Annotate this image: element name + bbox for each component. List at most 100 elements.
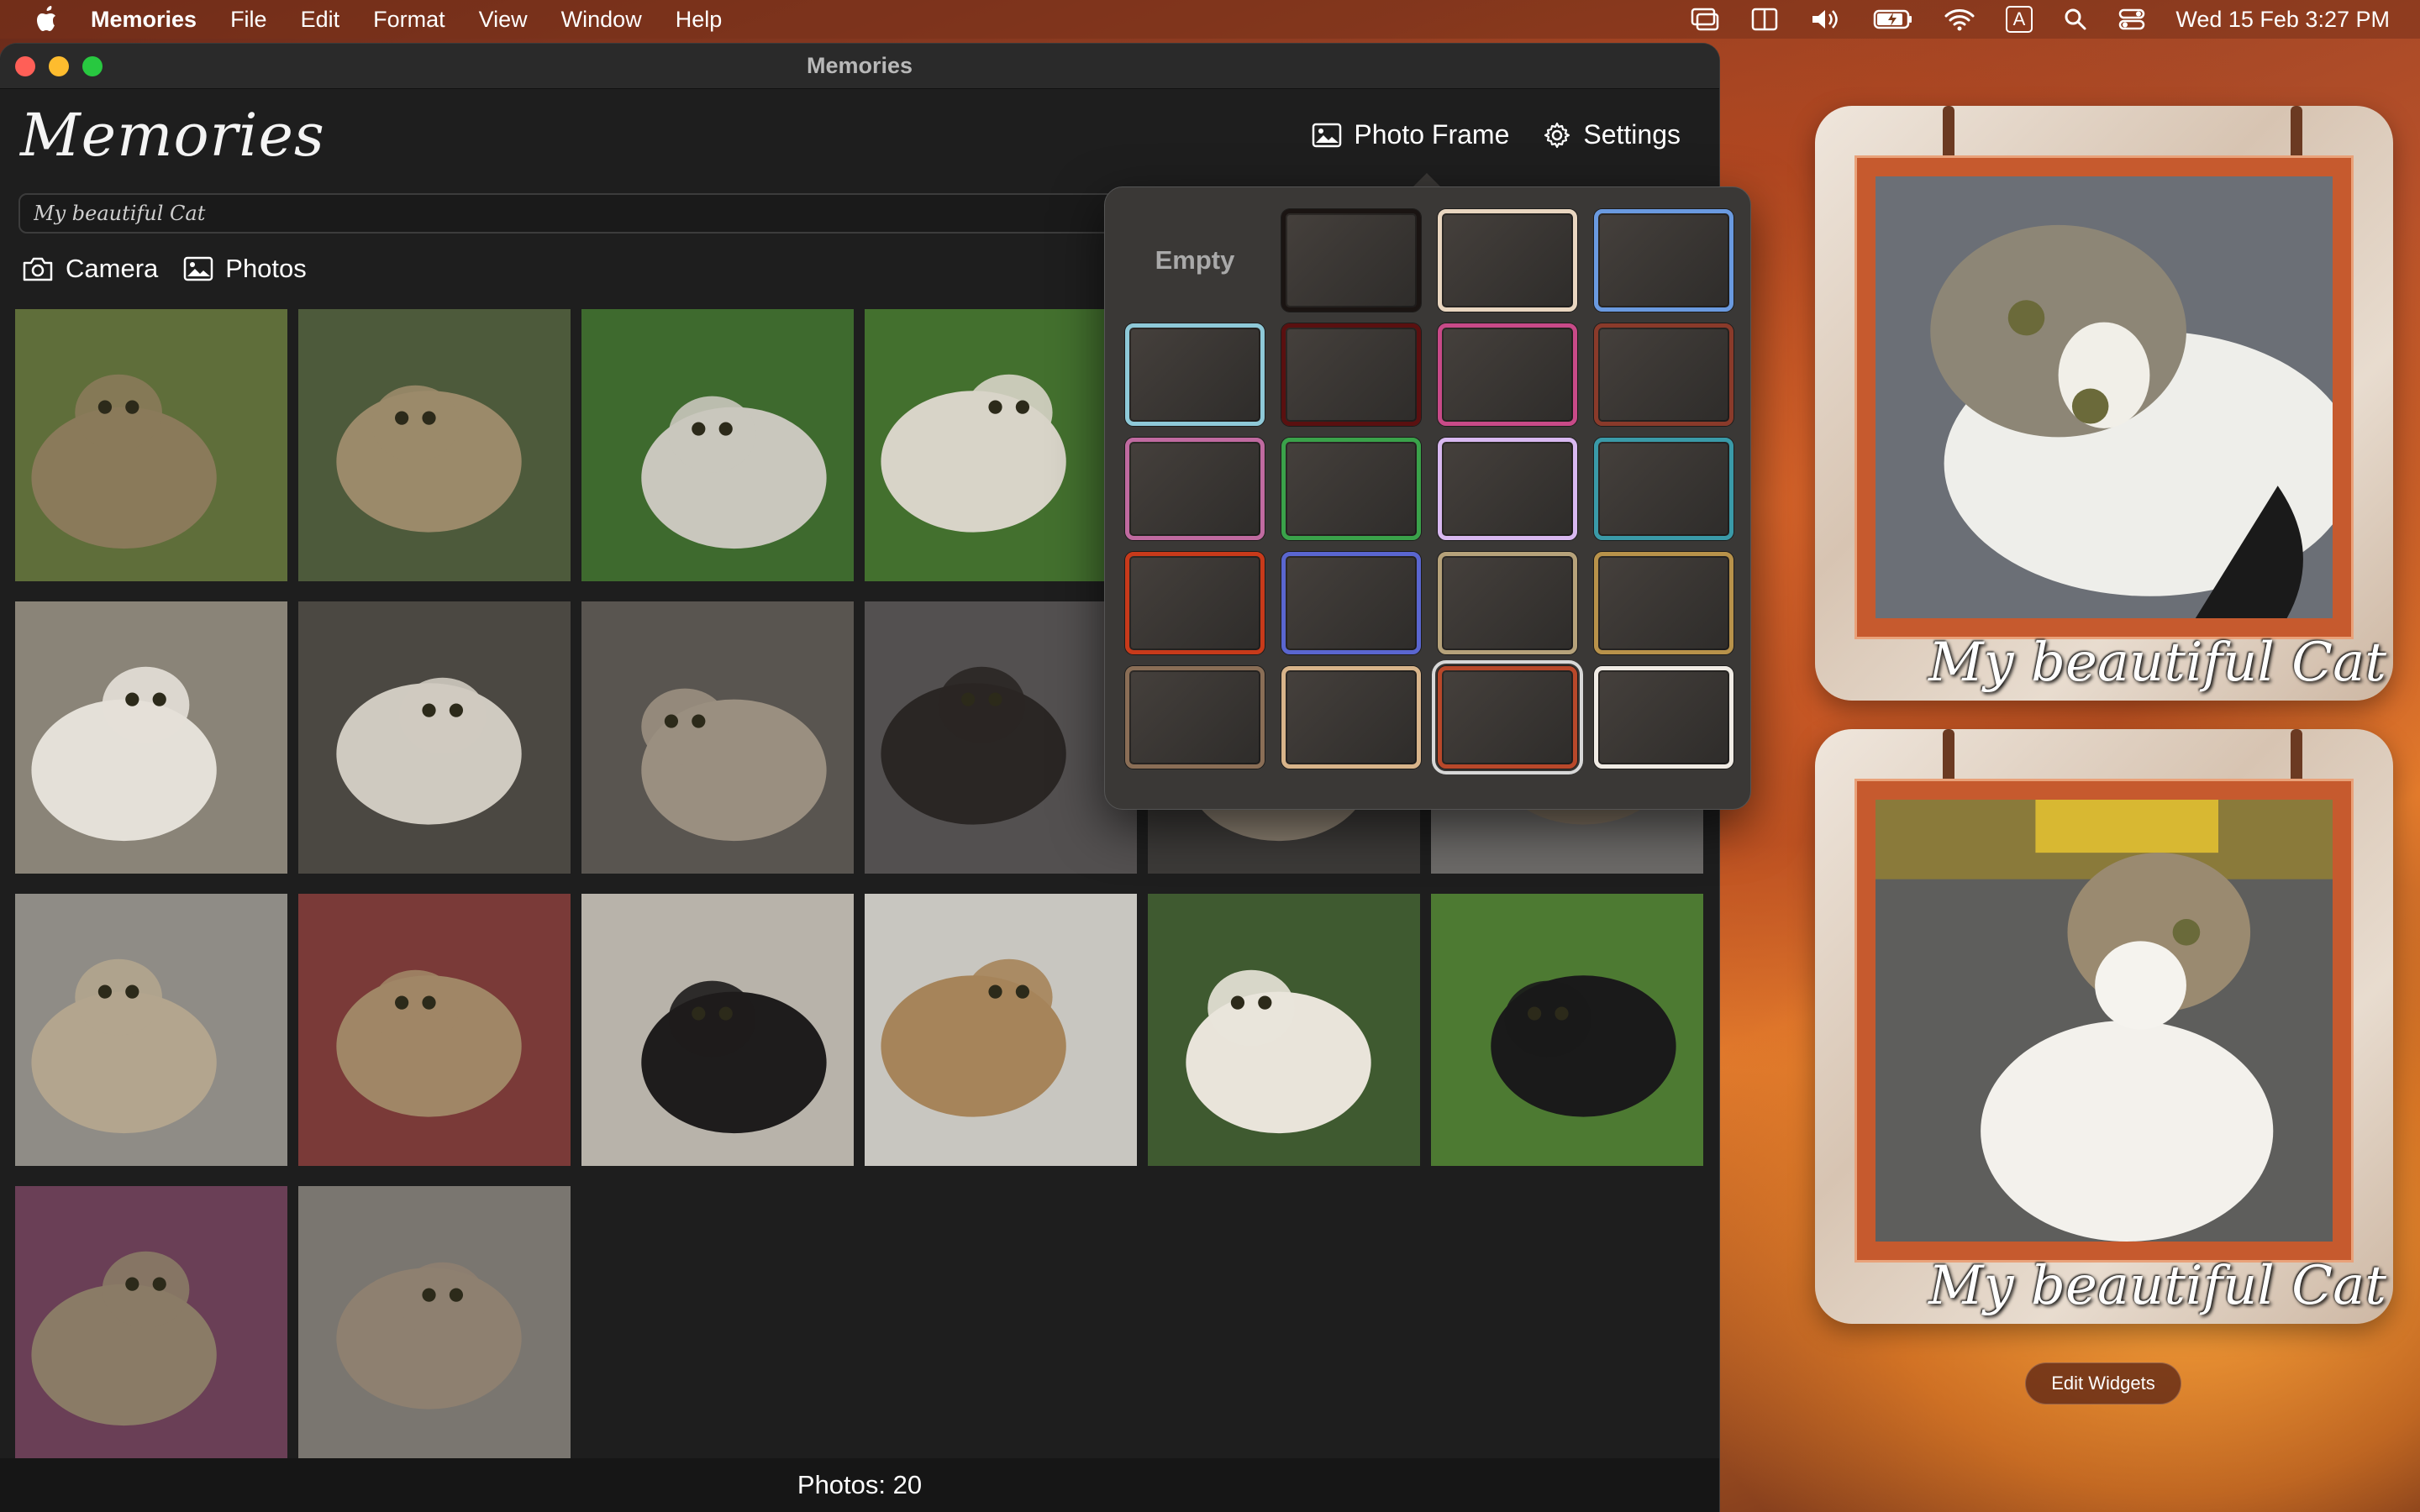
camera-label: Camera [66, 254, 159, 283]
photo-thumbnail[interactable] [865, 309, 1137, 581]
volume-icon[interactable] [1809, 7, 1843, 32]
photo-frame-button[interactable]: Photo Frame [1312, 119, 1509, 150]
photo-thumbnail[interactable] [298, 601, 571, 874]
cat-photo-image [1876, 800, 2333, 1242]
menu-format[interactable]: Format [373, 7, 445, 33]
status-bar: Photos: 20 [0, 1458, 1719, 1512]
cat-photo-image [15, 1186, 287, 1458]
camera-icon [23, 257, 53, 281]
app-title: Memories [20, 101, 325, 170]
frame-option[interactable] [1438, 552, 1577, 654]
camera-button[interactable]: Camera [22, 254, 158, 284]
frame-option[interactable] [1281, 209, 1421, 312]
menu-window[interactable]: Window [561, 7, 642, 33]
minimize-window-button[interactable] [49, 56, 69, 76]
menu-app-name[interactable]: Memories [91, 7, 197, 33]
photo-thumbnail[interactable] [581, 309, 854, 581]
widget-caption: My beautiful Cat [1928, 1255, 2386, 1317]
photo-thumbnail[interactable] [1431, 894, 1703, 1166]
photo-count: Photos: 20 [797, 1470, 923, 1499]
spotlight-search-icon[interactable] [2063, 7, 2088, 32]
source-buttons: Camera Photos [22, 254, 307, 284]
widget-photo [1857, 781, 2351, 1260]
cat-photo-image [865, 601, 1137, 874]
wifi-icon[interactable] [1944, 7, 1975, 32]
cat-photo-image [15, 309, 287, 581]
frame-option[interactable] [1281, 438, 1421, 540]
screen-mirroring-icon[interactable] [1690, 7, 1720, 32]
frame-option[interactable] [1432, 660, 1583, 774]
photo-thumbnail[interactable] [15, 309, 287, 581]
cat-photo-image [298, 1186, 571, 1458]
frame-option[interactable] [1125, 438, 1265, 540]
photo-thumbnail[interactable] [581, 601, 854, 874]
cat-photo-image [15, 894, 287, 1166]
cat-photo-image [581, 601, 854, 874]
frame-empty-label: Empty [1155, 245, 1235, 275]
photos-label: Photos [225, 254, 307, 283]
apple-icon[interactable] [30, 3, 64, 36]
widget-photo [1857, 158, 2351, 637]
photo-thumbnail[interactable] [1148, 894, 1420, 1166]
menu-edit[interactable]: Edit [301, 7, 340, 33]
frame-option[interactable] [1594, 323, 1733, 426]
edit-widgets-button[interactable]: Edit Widgets [2025, 1362, 2181, 1404]
menu-bar-clock[interactable]: Wed 15 Feb 3:27 PM [2175, 7, 2390, 33]
frame-option[interactable] [1438, 438, 1577, 540]
photo-thumbnail[interactable] [15, 601, 287, 874]
window-title: Memories [806, 53, 913, 78]
photo-frame-label: Photo Frame [1354, 119, 1510, 150]
menu-help[interactable]: Help [676, 7, 723, 33]
widget-caption: My beautiful Cat [1928, 632, 2386, 694]
menu-view[interactable]: View [479, 7, 528, 33]
frame-option[interactable] [1594, 552, 1733, 654]
header-toolbar: Photo Frame Settings [1312, 119, 1681, 150]
photo-frame-widget[interactable]: My beautiful Cat [1815, 729, 2393, 1324]
frame-option[interactable] [1594, 209, 1733, 312]
photo-icon [1313, 123, 1342, 147]
frame-option[interactable] [1125, 552, 1265, 654]
photo-thumbnail[interactable] [15, 894, 287, 1166]
cat-photo-image [865, 894, 1137, 1166]
frame-option[interactable] [1594, 438, 1733, 540]
cat-photo-image [298, 309, 571, 581]
frame-option-empty[interactable]: Empty [1125, 209, 1265, 312]
stage-manager-icon[interactable] [1750, 7, 1779, 32]
cat-photo-image [581, 894, 854, 1166]
control-center-icon[interactable] [2118, 7, 2145, 32]
frame-option[interactable] [1125, 323, 1265, 426]
cat-photo-image [1431, 894, 1703, 1166]
photo-thumbnail[interactable] [298, 1186, 571, 1458]
frame-option[interactable] [1594, 666, 1733, 769]
settings-button[interactable]: Settings [1543, 119, 1681, 150]
frame-option[interactable] [1281, 666, 1421, 769]
gear-icon [1544, 122, 1570, 148]
input-source-indicator[interactable]: A [2005, 6, 2033, 33]
cat-photo-image [298, 601, 571, 874]
photo-thumbnail[interactable] [15, 1186, 287, 1458]
photo-thumbnail[interactable] [298, 309, 571, 581]
cat-photo-image [15, 601, 287, 874]
photo-frame-widget[interactable]: My beautiful Cat [1815, 106, 2393, 701]
frame-option[interactable] [1438, 209, 1577, 312]
frame-option[interactable] [1281, 323, 1421, 426]
close-window-button[interactable] [15, 56, 35, 76]
frame-option[interactable] [1125, 666, 1265, 769]
zoom-window-button[interactable] [82, 56, 103, 76]
photos-button[interactable]: Photos [183, 254, 307, 284]
battery-icon[interactable] [1873, 8, 1913, 30]
photo-thumbnail[interactable] [865, 601, 1137, 874]
photo-thumbnail[interactable] [298, 894, 571, 1166]
frame-option[interactable] [1281, 552, 1421, 654]
cat-photo-image [581, 309, 854, 581]
menu-file[interactable]: File [230, 7, 267, 33]
menu-bar: Memories File Edit Format View Window He… [0, 0, 2420, 39]
photo-thumbnail[interactable] [581, 894, 854, 1166]
window-controls [15, 56, 103, 76]
photo-frame-popover: Empty [1104, 186, 1751, 810]
cat-photo-image [865, 309, 1137, 581]
menu-bar-status-area: A Wed 15 Feb 3:27 PM [1690, 0, 2390, 39]
photo-thumbnail[interactable] [865, 894, 1137, 1166]
frame-option[interactable] [1438, 323, 1577, 426]
photo-library-icon [184, 256, 213, 281]
